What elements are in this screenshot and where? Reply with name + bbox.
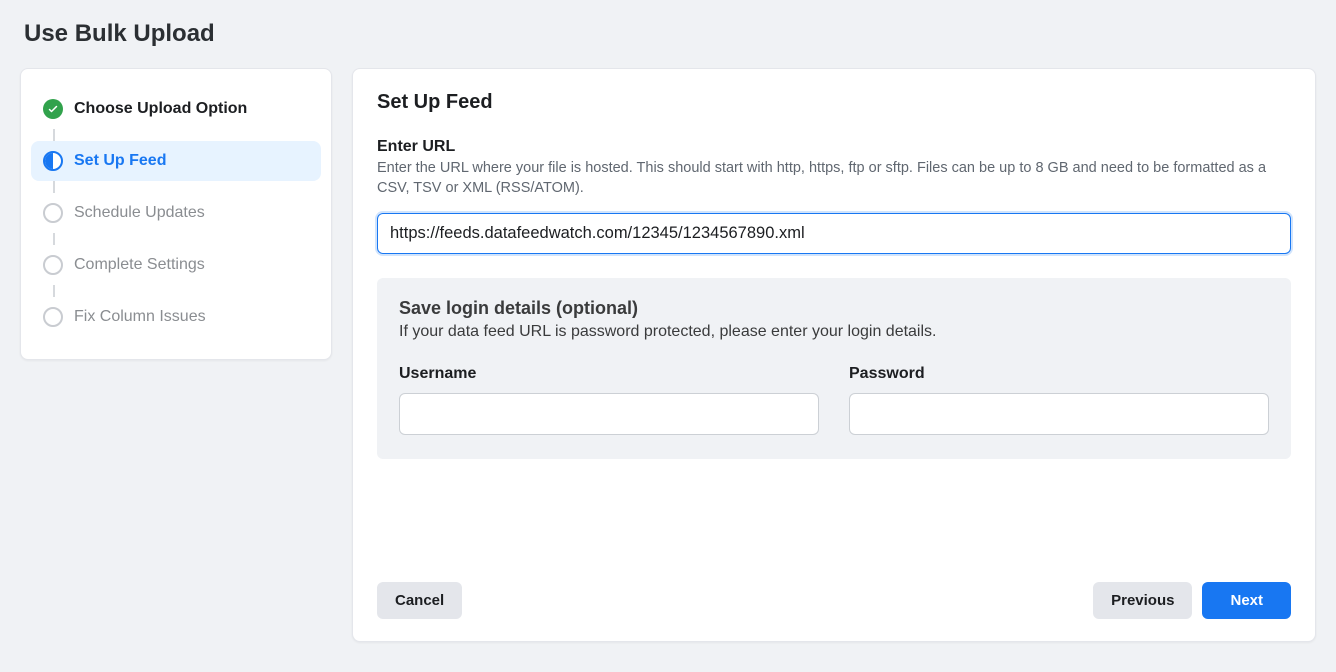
stepper-panel: Choose Upload Option Set Up Feed Schedul… — [20, 68, 332, 360]
username-input[interactable] — [399, 393, 819, 435]
url-label: Enter URL — [377, 138, 1291, 156]
login-description: If your data feed URL is password protec… — [399, 323, 1269, 341]
step-connector — [53, 181, 55, 193]
step-fix-column-issues[interactable]: Fix Column Issues — [31, 297, 321, 337]
login-title: Save login details (optional) — [399, 298, 1269, 319]
step-label: Choose Upload Option — [74, 100, 247, 118]
step-complete-settings[interactable]: Complete Settings — [31, 245, 321, 285]
username-label: Username — [399, 365, 819, 383]
step-connector — [53, 129, 55, 141]
step-label: Set Up Feed — [74, 152, 166, 170]
step-label: Fix Column Issues — [74, 308, 206, 326]
check-icon — [43, 99, 63, 119]
password-input[interactable] — [849, 393, 1269, 435]
url-description: Enter the URL where your file is hosted.… — [377, 158, 1291, 199]
circle-icon — [43, 203, 63, 223]
url-section: Enter URL Enter the URL where your file … — [377, 138, 1291, 254]
step-choose-upload-option[interactable]: Choose Upload Option — [31, 89, 321, 129]
footer: Cancel Previous Next — [377, 542, 1291, 619]
step-schedule-updates[interactable]: Schedule Updates — [31, 193, 321, 233]
next-button[interactable]: Next — [1202, 582, 1291, 619]
login-details-block: Save login details (optional) If your da… — [377, 278, 1291, 459]
cancel-button[interactable]: Cancel — [377, 582, 462, 619]
previous-button[interactable]: Previous — [1093, 582, 1192, 619]
circle-icon — [43, 255, 63, 275]
half-circle-icon — [43, 151, 63, 171]
url-input[interactable] — [377, 213, 1291, 254]
page-title: Use Bulk Upload — [0, 0, 1336, 68]
main-panel: Set Up Feed Enter URL Enter the URL wher… — [352, 68, 1316, 642]
step-set-up-feed[interactable]: Set Up Feed — [31, 141, 321, 181]
step-label: Schedule Updates — [74, 204, 205, 222]
main-heading: Set Up Feed — [377, 91, 1291, 114]
step-label: Complete Settings — [74, 256, 205, 274]
password-label: Password — [849, 365, 1269, 383]
circle-icon — [43, 307, 63, 327]
step-connector — [53, 233, 55, 245]
step-connector — [53, 285, 55, 297]
